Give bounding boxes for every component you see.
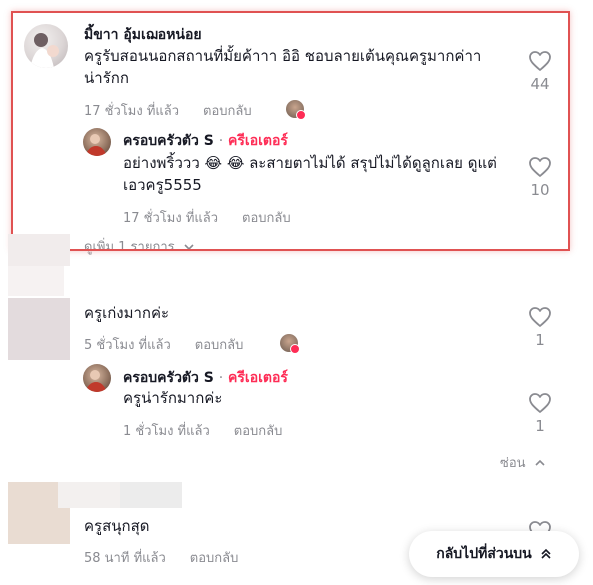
comment-username[interactable]: มิ้ขาา อุ้มเฌอหน่อย [84, 24, 202, 46]
creator-badge: ครีเอเตอร์ [228, 133, 288, 149]
avatar-image [30, 33, 59, 68]
comment-text: ครูเก่งมากค่ะ [84, 304, 170, 322]
reply-text: อย่างพริ้ววว 😂 😂 ละสายตาไม่ได้ สรุปไม่ได… [123, 154, 497, 194]
view-more-replies-button[interactable]: ดูเพิ่ม 1 รายการ [84, 236, 195, 257]
reply-avatar[interactable] [83, 128, 111, 156]
redacted-username [58, 482, 120, 508]
heart-icon[interactable] [528, 156, 552, 178]
reply-button[interactable]: ตอบกลับ [195, 338, 244, 353]
double-chevron-up-icon [541, 548, 551, 559]
back-to-top-button[interactable]: กลับไปที่ส่วนบน [409, 531, 579, 577]
avatar-image [85, 370, 107, 392]
hide-label: ซ่อน [500, 456, 526, 471]
redacted-block [8, 266, 64, 296]
reply-button[interactable]: ตอบกลับ [203, 104, 252, 119]
comment-time: 5 ชั่วโมง ที่แล้ว [84, 338, 171, 353]
like-count: 1 [535, 417, 545, 435]
avatar-image [85, 134, 107, 156]
creator-liked-heart-icon [290, 344, 300, 354]
back-to-top-label: กลับไปที่ส่วนบน [436, 546, 532, 562]
reply-meta: 1 ชั่วโมง ที่แล้ว ตอบกลับ [123, 420, 282, 441]
creator-badge: ครีเอเตอร์ [228, 370, 288, 386]
reply-button[interactable]: ตอบกลับ [242, 211, 291, 226]
reply-button[interactable]: ตอบกลับ [190, 551, 239, 566]
redacted-username [120, 482, 182, 508]
comment-meta: 5 ชั่วโมง ที่แล้ว ตอบกลับ [84, 334, 243, 355]
like-count: 1 [535, 331, 545, 349]
separator-dot: · [218, 133, 224, 149]
reply-username: ครอบครัวตัว S · ครีเอเตอร์ [123, 367, 288, 389]
chevron-down-icon [184, 244, 194, 251]
comment-time: 17 ชั่วโมง ที่แล้ว [84, 104, 180, 119]
reply-avatar[interactable] [83, 364, 111, 392]
reply-username-text[interactable]: ครอบครัวตัว S [123, 370, 214, 386]
comment-text: ครูรับสอนนอกสถานที่มั้ยค้าาา อิอิ ชอบลาย… [84, 47, 482, 87]
heart-icon[interactable] [528, 306, 552, 328]
reply-text: ครูน่ารักมากค่ะ [123, 389, 223, 407]
chevron-up-icon [535, 459, 545, 466]
creator-liked-heart-icon [296, 110, 306, 120]
reply-meta: 17 ชั่วโมง ที่แล้ว ตอบกลับ [123, 207, 291, 228]
view-more-label: ดูเพิ่ม 1 รายการ [84, 240, 175, 255]
heart-icon[interactable] [528, 392, 552, 414]
redacted-block [8, 234, 70, 266]
reply-time: 17 ชั่วโมง ที่แล้ว [123, 211, 219, 226]
comment-text: ครูสนุกสุด [84, 517, 150, 535]
avatar[interactable] [24, 24, 68, 68]
avatar[interactable] [8, 298, 70, 360]
heart-icon[interactable] [528, 50, 552, 72]
reply-username-text[interactable]: ครอบครัวตัว S [123, 133, 214, 149]
reply-time: 1 ชั่วโมง ที่แล้ว [123, 424, 210, 439]
like-count: 44 [530, 75, 550, 93]
separator-dot: · [218, 370, 224, 386]
like-count: 10 [530, 181, 550, 199]
reply-button[interactable]: ตอบกลับ [234, 424, 283, 439]
comment-time: 58 นาที ที่แล้ว [84, 551, 166, 566]
reply-username: ครอบครัวตัว S · ครีเอเตอร์ [123, 130, 288, 152]
hide-replies-button[interactable]: ซ่อน [500, 452, 546, 473]
comment-meta: 58 นาที ที่แล้ว ตอบกลับ [84, 547, 238, 568]
comment-meta: 17 ชั่วโมง ที่แล้ว ตอบกลับ [84, 100, 252, 121]
